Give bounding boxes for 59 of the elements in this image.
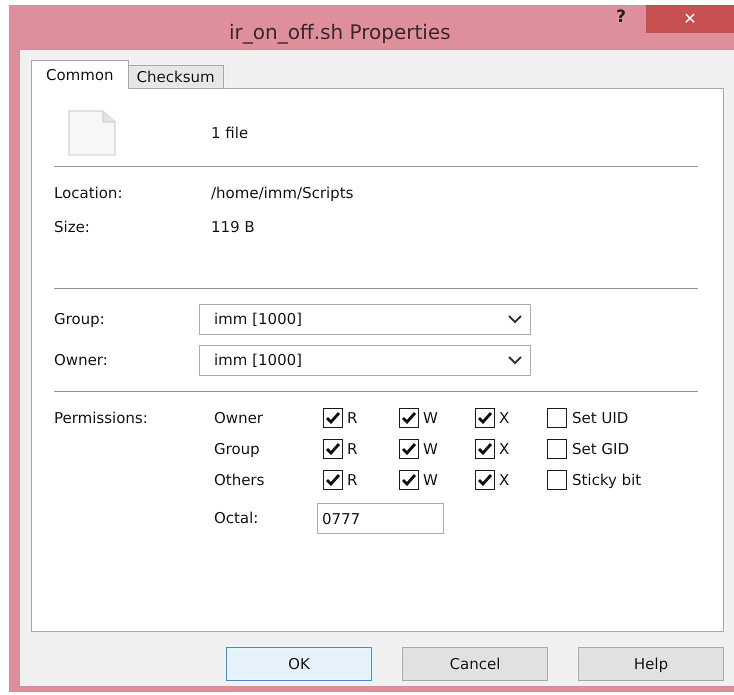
tab[interactable]: Common — [31, 60, 129, 89]
checkbox-label: X — [499, 438, 510, 460]
checkmark-icon — [325, 473, 341, 487]
dialog-button[interactable]: Help — [578, 647, 724, 681]
checkmark-icon — [477, 473, 493, 487]
checkmark-icon — [401, 442, 417, 456]
checkbox[interactable] — [323, 470, 343, 490]
dialog-button[interactable]: Cancel — [402, 647, 548, 681]
help-button[interactable]: ? — [601, 5, 641, 31]
chevron-down-icon — [508, 315, 522, 324]
checkbox-label: W — [423, 408, 438, 429]
octal-field[interactable]: 0777 — [317, 503, 444, 534]
checkbox[interactable] — [547, 470, 567, 490]
window-title: ir_on_off.sh Properties — [229, 19, 451, 46]
field-label: Octal: — [214, 508, 260, 530]
field-label: Group: — [54, 309, 106, 330]
checkbox[interactable] — [399, 439, 419, 459]
checkmark-icon — [477, 411, 493, 425]
checkbox[interactable] — [323, 408, 343, 428]
checkbox[interactable] — [475, 408, 495, 428]
permission-label: Others — [214, 470, 266, 491]
checkbox[interactable] — [547, 439, 567, 459]
field-value: 119 B — [211, 216, 255, 238]
checkbox-label: Set GID — [572, 438, 629, 460]
permission-label: Owner — [214, 408, 264, 429]
file-count: 1 file — [211, 122, 248, 144]
checkbox-label: W — [423, 438, 438, 460]
checkbox-label: X — [499, 470, 510, 491]
file-icon — [68, 110, 116, 156]
checkbox-label: Sticky bit — [572, 470, 642, 491]
checkmark-icon — [401, 411, 417, 425]
field-label: Owner: — [54, 350, 109, 372]
checkbox-label: W — [423, 470, 438, 491]
close-button[interactable]: ✕ — [646, 5, 734, 33]
chevron-down-icon — [508, 356, 522, 365]
field-label: Location: — [54, 182, 124, 204]
checkbox[interactable] — [323, 439, 343, 459]
checkbox[interactable] — [399, 408, 419, 428]
field-value: /home/imm/Scripts — [211, 182, 354, 204]
checkbox-label: X — [499, 408, 510, 429]
checkbox-label: R — [347, 438, 358, 460]
field-label: Size: — [54, 216, 91, 238]
checkbox[interactable] — [547, 408, 567, 428]
permission-label: Group — [214, 438, 261, 460]
checkbox-label: Set UID — [572, 408, 628, 429]
dropdown[interactable]: imm [1000] — [199, 304, 531, 335]
checkbox-label: R — [347, 470, 358, 491]
checkmark-icon — [401, 473, 417, 487]
checkmark-icon — [325, 411, 341, 425]
checkmark-icon — [477, 442, 493, 456]
checkbox[interactable] — [399, 470, 419, 490]
tab[interactable]: Checksum — [128, 65, 224, 89]
checkbox[interactable] — [475, 439, 495, 459]
checkmark-icon — [325, 442, 341, 456]
checkbox[interactable] — [475, 470, 495, 490]
field-label: Permissions: — [54, 408, 149, 429]
dropdown[interactable]: imm [1000] — [199, 345, 531, 376]
checkbox-label: R — [347, 408, 358, 429]
dialog-button[interactable]: OK — [226, 647, 372, 681]
